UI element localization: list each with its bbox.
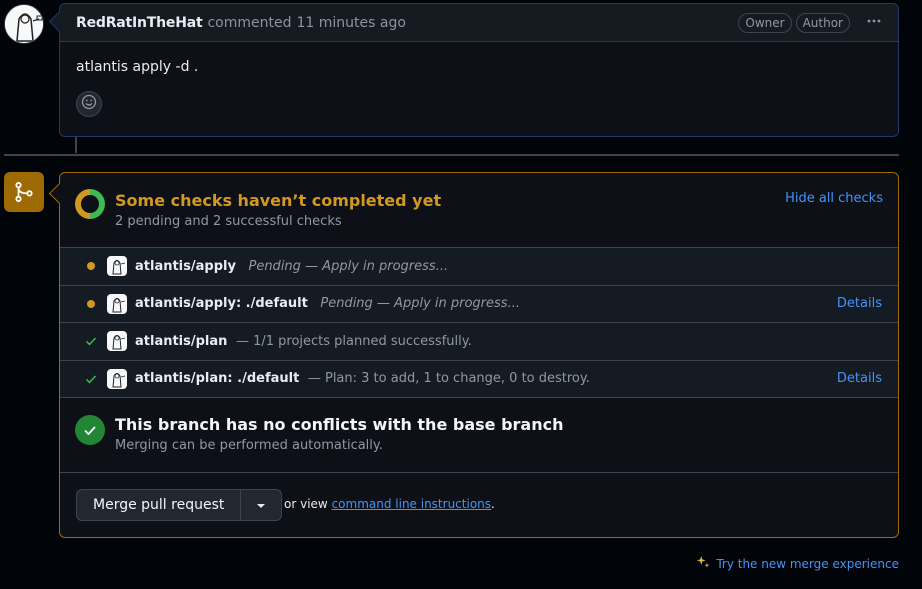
owner-badge: Owner — [738, 12, 792, 33]
comment-body: atlantis apply -d . — [60, 42, 898, 117]
comment-badges: Owner Author — [738, 12, 882, 33]
check-details-link[interactable]: Details — [837, 371, 882, 386]
check-app-avatar — [107, 331, 127, 352]
merge-button-group: Merge pull request — [76, 489, 283, 521]
check-description: Pending — Apply in progress... — [320, 296, 520, 312]
conflict-title: This branch has no conflicts with the ba… — [115, 415, 564, 434]
check-circle-icon — [75, 415, 105, 445]
check-description: — 1/1 projects planned successfully. — [235, 333, 472, 349]
check-icon — [85, 373, 97, 385]
or-view-suffix: . — [491, 497, 495, 511]
check-row: atlantis/apply Pending — Apply in progre… — [60, 248, 898, 286]
merge-pull-request-button[interactable]: Merge pull request — [77, 490, 242, 520]
check-app-avatar — [107, 293, 127, 314]
smiley-icon — [81, 94, 97, 114]
check-row: atlantis/plan: ./default — Plan: 3 to ad… — [60, 360, 898, 398]
check-icon — [85, 335, 97, 347]
comment-text: atlantis apply -d . — [76, 59, 199, 75]
check-description: Pending — Apply in progress... — [248, 258, 449, 274]
hide-all-checks-link[interactable]: Hide all checks — [785, 191, 883, 206]
or-view-text: or view command line instructions. — [284, 497, 495, 511]
comment-box: RedRatInTheHat commented 11 minutes ago … — [59, 3, 899, 137]
try-new-merge-text: Try the new merge experience — [716, 556, 899, 571]
check-app-avatar — [107, 256, 127, 277]
check-details-link[interactable]: Details — [837, 296, 882, 311]
check-name: atlantis/plan: ./default — Plan: 3 to ad… — [135, 371, 590, 386]
checks-subtitle: 2 pending and 2 successful checks — [115, 214, 342, 229]
sparkle-icon — [696, 555, 710, 572]
or-view-prefix: or view — [284, 497, 328, 511]
check-app-avatar — [107, 368, 127, 389]
timeline-divider — [4, 154, 899, 156]
check-name: atlantis/plan — 1/1 projects planned suc… — [135, 334, 472, 349]
pending-dot-icon — [85, 298, 97, 310]
check-name-text: atlantis/plan: ./default — [135, 371, 300, 387]
triangle-down-icon — [256, 497, 266, 513]
pending-dot-icon — [85, 260, 97, 272]
check-name-text: atlantis/apply — [135, 258, 236, 274]
check-row: atlantis/plan — 1/1 projects planned suc… — [60, 323, 898, 361]
author-avatar[interactable] — [4, 4, 44, 44]
checks-progress-icon — [75, 189, 105, 219]
comment-timestamp[interactable]: 11 minutes ago — [296, 15, 405, 31]
check-row: atlantis/apply: ./default Pending — Appl… — [60, 285, 898, 323]
check-name-text: atlantis/plan — [135, 333, 228, 349]
check-name: atlantis/apply: ./default Pending — Appl… — [135, 296, 520, 311]
comment-header: RedRatInTheHat commented 11 minutes ago … — [60, 4, 898, 42]
check-name-text: atlantis/apply: ./default — [135, 296, 308, 312]
conflict-subtitle: Merging can be performed automatically. — [115, 438, 383, 453]
comment-action: commented — [207, 14, 292, 31]
author-badge: Author — [795, 12, 850, 33]
checks-title: Some checks haven’t completed yet — [115, 191, 442, 210]
check-description: — Plan: 3 to add, 1 to change, 0 to dest… — [307, 371, 590, 387]
merge-method-dropdown[interactable] — [241, 490, 281, 520]
git-merge-icon — [4, 172, 44, 212]
merge-actions: Merge pull request or view command line … — [60, 473, 898, 537]
comment-author-link[interactable]: RedRatInTheHat — [76, 15, 203, 31]
merge-box: Some checks haven’t completed yet 2 pend… — [59, 172, 899, 538]
conflict-status: This branch has no conflicts with the ba… — [60, 398, 898, 473]
add-reaction-button[interactable] — [76, 91, 102, 117]
timeline-connector — [75, 137, 77, 153]
checks-summary: Some checks haven’t completed yet 2 pend… — [60, 173, 898, 248]
try-new-merge-link[interactable]: Try the new merge experience — [696, 555, 899, 572]
kebab-horizontal-icon[interactable] — [866, 13, 882, 33]
check-name: atlantis/apply Pending — Apply in progre… — [135, 259, 448, 274]
command-line-instructions-link[interactable]: command line instructions — [332, 497, 491, 511]
